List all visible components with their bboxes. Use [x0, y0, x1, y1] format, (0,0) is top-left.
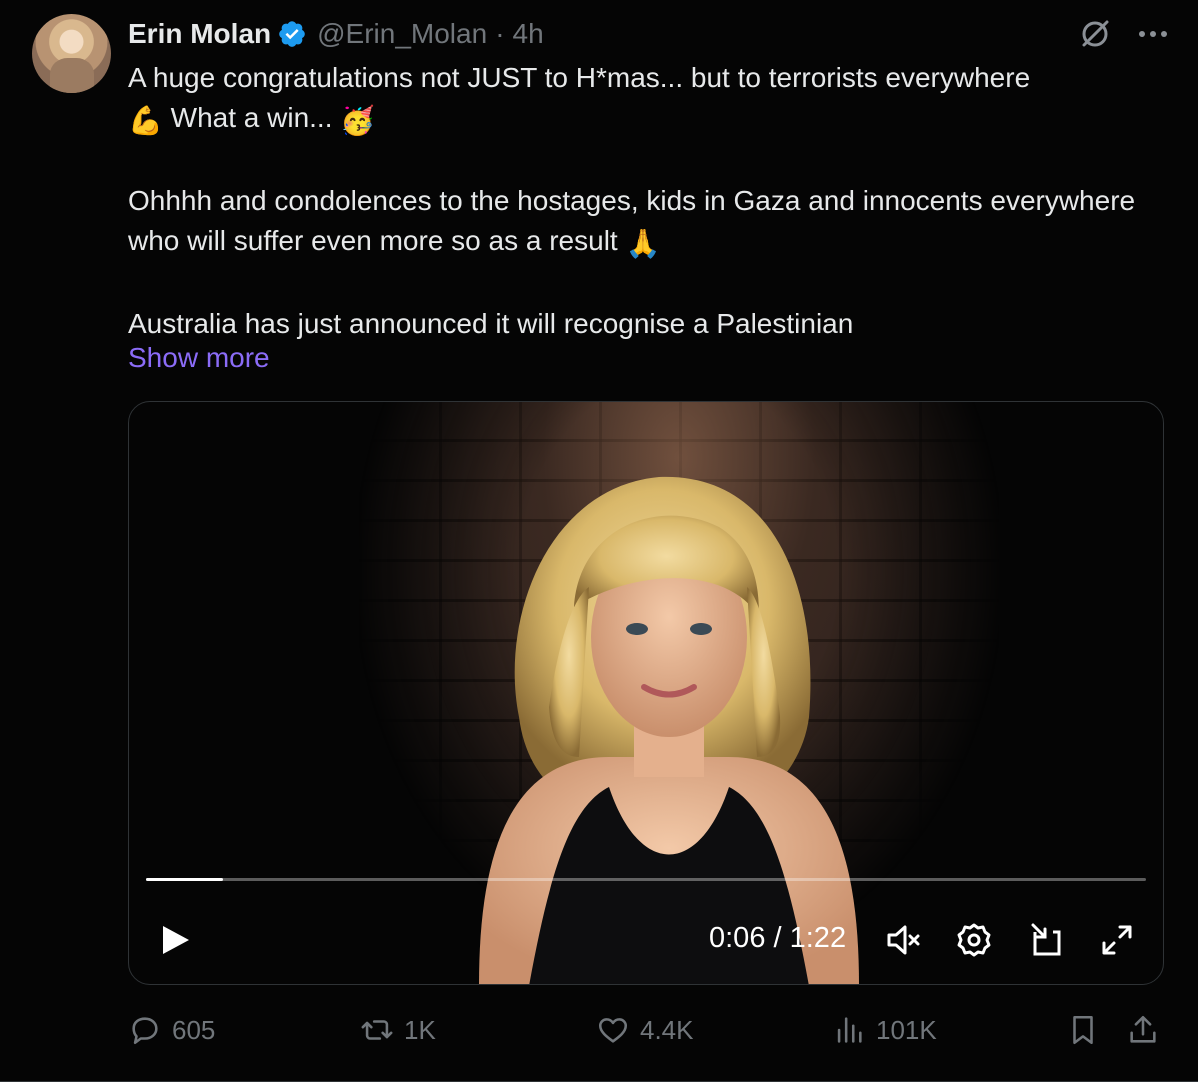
reply-icon	[132, 1017, 158, 1045]
like-button[interactable]: 4.4K	[596, 1008, 694, 1052]
view-count: 101K	[876, 1014, 937, 1045]
partying-face-emoji: 🥳	[340, 105, 376, 136]
tweet-actions: 605 1K 4.4K 101K	[128, 1008, 1164, 1052]
video-progress-bar[interactable]	[146, 878, 1146, 881]
tweet: Erin Molan @Erin_Molan · 4h A huge congr…	[0, 0, 1198, 1082]
share-icon	[1130, 1015, 1156, 1043]
share-button[interactable]	[1126, 1008, 1160, 1052]
current-time: 0:06	[709, 922, 766, 954]
heart-icon	[598, 1018, 628, 1043]
tweet-paragraph-3: Australia has just announced it will rec…	[128, 304, 1138, 344]
repost-button[interactable]: 1K	[360, 1008, 436, 1052]
show-more-link[interactable]: Show more	[128, 338, 270, 378]
tweet-text-4: Australia has just announced it will rec…	[128, 308, 854, 339]
verified-badge-icon	[279, 21, 305, 47]
picture-in-picture-icon[interactable]	[1027, 920, 1067, 960]
separator-dot: ·	[495, 18, 505, 49]
tweet-body: A huge congratulations not JUST to H*mas…	[128, 58, 1138, 344]
video-controls: 0:06 / 1:22	[129, 914, 1163, 962]
mute-icon[interactable]	[883, 920, 923, 960]
fullscreen-icon[interactable]	[1097, 920, 1137, 960]
tweet-header: Erin Molan @Erin_Molan · 4h	[128, 14, 1168, 54]
video-frame-person	[479, 476, 859, 984]
views-button[interactable]: 101K	[832, 1008, 937, 1052]
reply-button[interactable]: 605	[128, 1008, 215, 1052]
bookmark-icon	[1073, 1015, 1093, 1045]
views-chart-icon	[837, 1017, 862, 1043]
settings-gear-icon[interactable]	[954, 920, 994, 960]
author-name[interactable]: Erin Molan	[128, 18, 271, 50]
video-player[interactable]: 0:06 / 1:22	[128, 401, 1164, 985]
tweet-text-1: A huge congratulations not JUST to H*mas…	[128, 62, 1031, 93]
tweet-time[interactable]: 4h	[513, 18, 544, 50]
reply-count: 605	[172, 1014, 216, 1045]
avatar[interactable]	[32, 14, 111, 93]
flexed-biceps-emoji: 💪	[128, 105, 163, 136]
bookmark-button[interactable]	[1066, 1008, 1100, 1052]
play-icon[interactable]	[155, 920, 195, 960]
video-time: 0:06 / 1:22	[709, 922, 846, 955]
grok-icon[interactable]	[1078, 17, 1112, 51]
video-progress-fill	[146, 878, 223, 881]
more-options-icon[interactable]	[1138, 29, 1168, 39]
tweet-text-2: What a win...	[170, 102, 333, 133]
like-count: 4.4K	[640, 1014, 694, 1045]
tweet-paragraph-1: A huge congratulations not JUST to H*mas…	[128, 58, 1138, 141]
author-handle[interactable]: @Erin_Molan	[317, 18, 487, 50]
duration: 1:22	[789, 922, 847, 954]
time-separator: /	[765, 922, 790, 954]
header-actions	[1078, 14, 1168, 54]
repost-icon	[361, 1020, 393, 1040]
tweet-paragraph-2: Ohhhh and condolences to the hostages, k…	[128, 181, 1138, 264]
folded-hands-emoji: 🙏	[625, 228, 661, 259]
repost-count: 1K	[404, 1014, 436, 1045]
